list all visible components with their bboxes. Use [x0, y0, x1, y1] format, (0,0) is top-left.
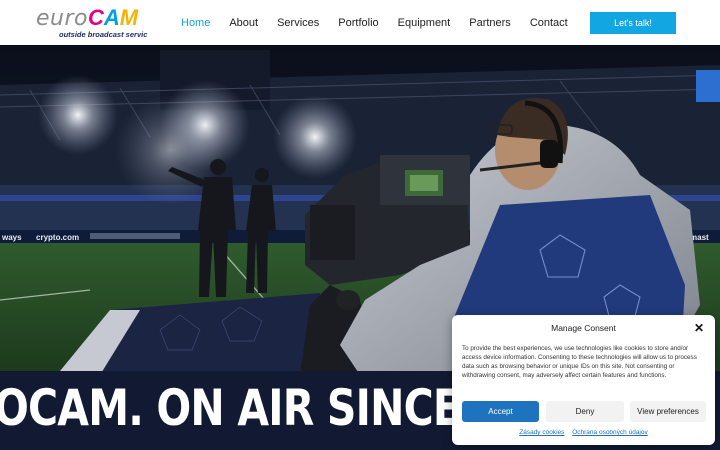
nav-services[interactable]: Services [277, 17, 319, 29]
consent-links: Zásady cookies Ochrana osobných údajov [452, 429, 715, 436]
deny-button[interactable]: Deny [546, 401, 624, 422]
site-header: euroCAM outside broadcast servic Home Ab… [0, 0, 720, 45]
board-ways: ways [1, 233, 22, 242]
logo-cam-text: CAM [87, 5, 139, 30]
logo-tagline: outside broadcast servic [59, 30, 148, 39]
nav-home[interactable]: Home [181, 17, 210, 29]
nav-about[interactable]: About [229, 17, 258, 29]
consent-title: Manage Consent [551, 323, 616, 333]
logo-wordmark: euroCAM [36, 6, 138, 31]
logo-euro-text: euro [36, 6, 88, 31]
nav-partners[interactable]: Partners [469, 17, 511, 29]
nav-portfolio[interactable]: Portfolio [338, 17, 378, 29]
close-icon[interactable]: ✕ [693, 322, 705, 334]
eurocam-logo[interactable]: euroCAM outside broadcast servic [36, 6, 166, 40]
lets-talk-button[interactable]: Let's talk! [590, 12, 676, 34]
nav-equipment[interactable]: Equipment [398, 17, 451, 29]
accept-button[interactable]: Accept [462, 401, 539, 422]
cookie-consent-dialog: Manage Consent ✕ To provide the best exp… [452, 315, 715, 445]
main-nav: Home About Services Portfolio Equipment … [181, 0, 587, 45]
view-preferences-button[interactable]: View preferences [630, 401, 706, 422]
board-crypto: crypto.com [36, 233, 79, 242]
privacy-policy-link[interactable]: Ochrana osobných údajov [572, 429, 648, 436]
cookie-policy-link[interactable]: Zásady cookies [519, 429, 564, 436]
consent-body-text: To provide the best experiences, we use … [462, 345, 697, 379]
nav-contact[interactable]: Contact [530, 17, 568, 29]
